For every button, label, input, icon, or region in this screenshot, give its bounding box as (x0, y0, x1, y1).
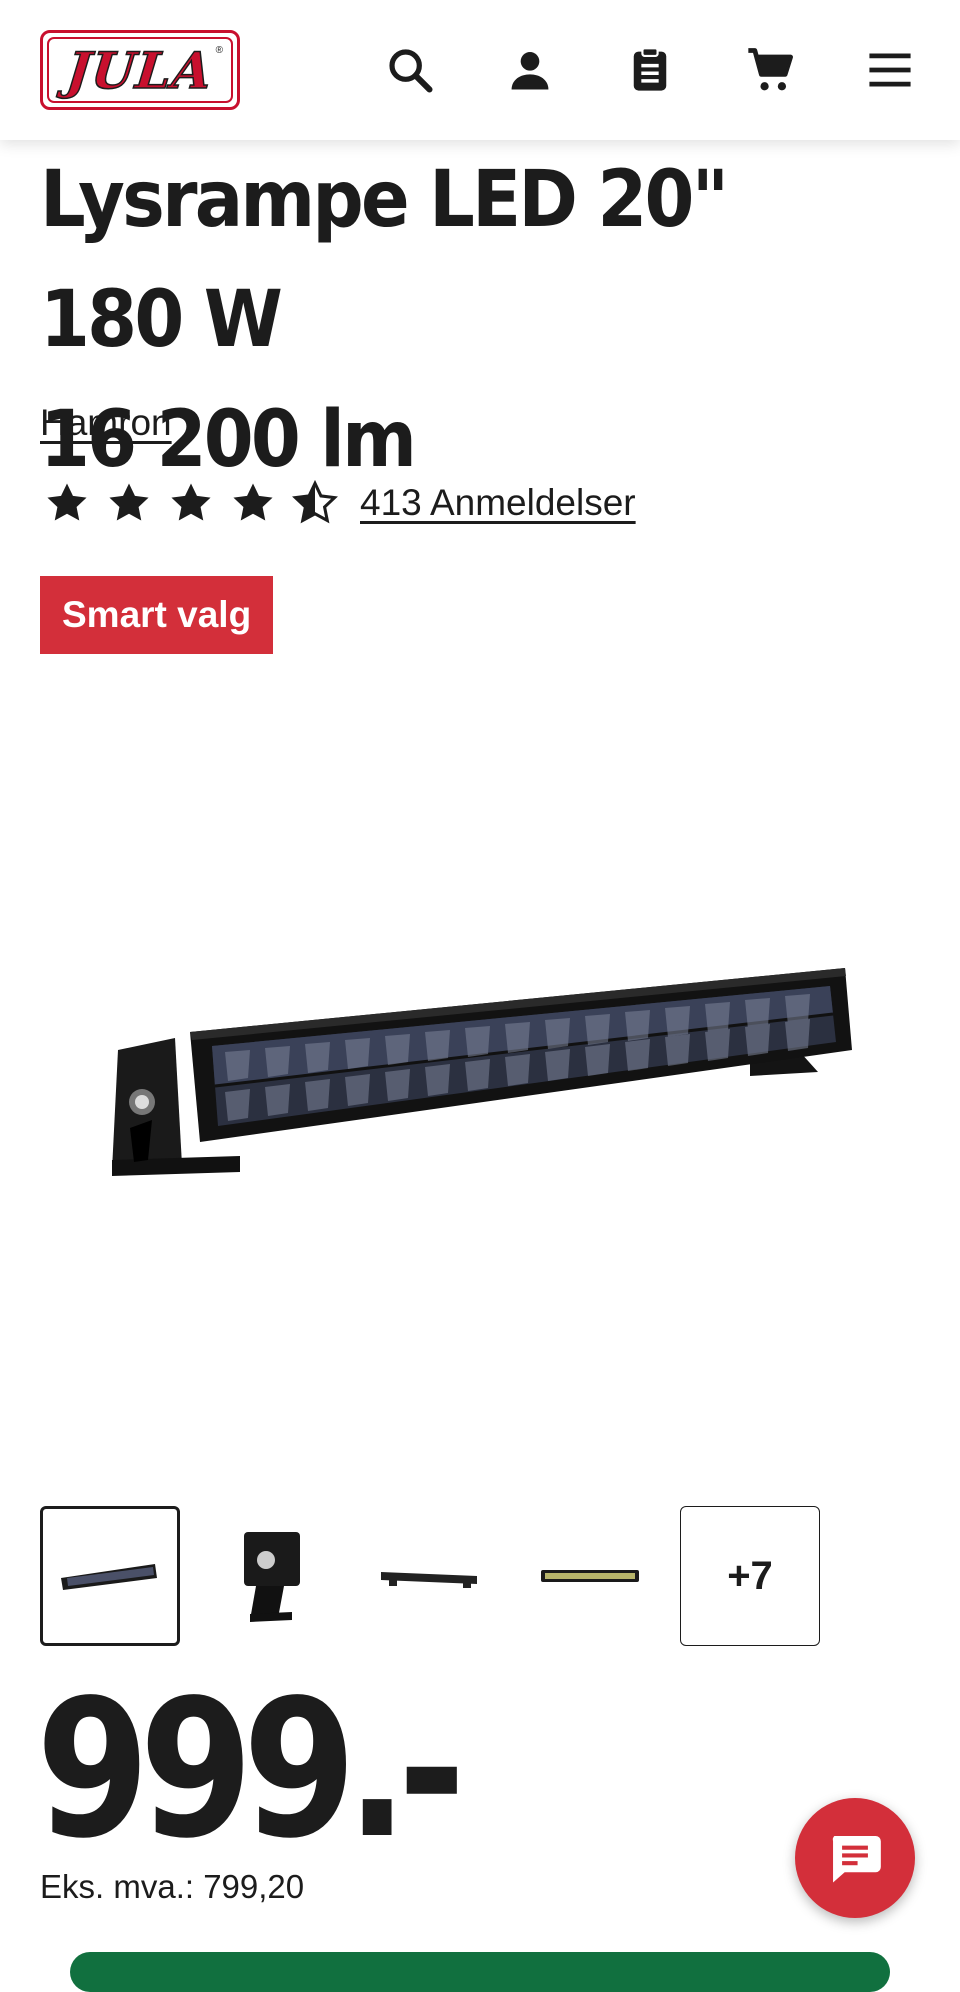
product-price: 999.- (36, 1659, 466, 1880)
more-images-button[interactable]: +7 (680, 1506, 820, 1646)
product-title-line1: Lysrampe LED 20" 180 W (40, 155, 729, 365)
light-bar-end-thumb-icon (244, 1532, 300, 1622)
led-light-bar-thumb-icon (61, 1564, 157, 1590)
menu-icon[interactable] (860, 40, 920, 100)
logo-registered-mark: ® (215, 45, 223, 56)
star-icon (47, 483, 87, 521)
star-icon (171, 483, 211, 521)
cart-icon[interactable] (740, 40, 800, 100)
logo-frame: JULA (47, 37, 233, 103)
light-bar-lens-thumb-icon (541, 1570, 639, 1582)
half-star-icon (292, 480, 338, 524)
led-light-bar-image[interactable] (100, 960, 860, 1220)
jula-logo[interactable]: JULA ® (40, 30, 240, 110)
search-icon[interactable] (380, 40, 440, 100)
thumbnail-lens-view[interactable] (520, 1506, 660, 1646)
reviews-link[interactable]: 413 Anmeldelser (360, 482, 636, 524)
star-icon (233, 483, 273, 521)
chat-button[interactable] (795, 1798, 915, 1918)
light-bar-top-thumb-icon (381, 1572, 477, 1588)
thumbnail-side-view[interactable] (200, 1506, 340, 1646)
product-title: Lysrampe LED 20" 180 W 16 200 lm (40, 140, 850, 500)
rating-stars[interactable] (44, 480, 338, 526)
shopping-list-icon[interactable] (620, 40, 680, 100)
account-icon[interactable] (500, 40, 560, 100)
site-header: JULA ® (0, 0, 960, 140)
add-to-cart-button[interactable] (70, 1952, 890, 1992)
thumbnail-top-view[interactable] (360, 1506, 500, 1646)
chat-icon (832, 1836, 881, 1883)
star-icon (109, 483, 149, 521)
smart-choice-badge: Smart valg (40, 576, 274, 654)
logo-text: JULA (64, 40, 217, 101)
price-ex-vat: Eks. mva.: 799,20 (40, 1868, 305, 1905)
thumbnail-front-view[interactable] (40, 1506, 180, 1646)
brand-link[interactable]: Hamron (40, 402, 172, 444)
